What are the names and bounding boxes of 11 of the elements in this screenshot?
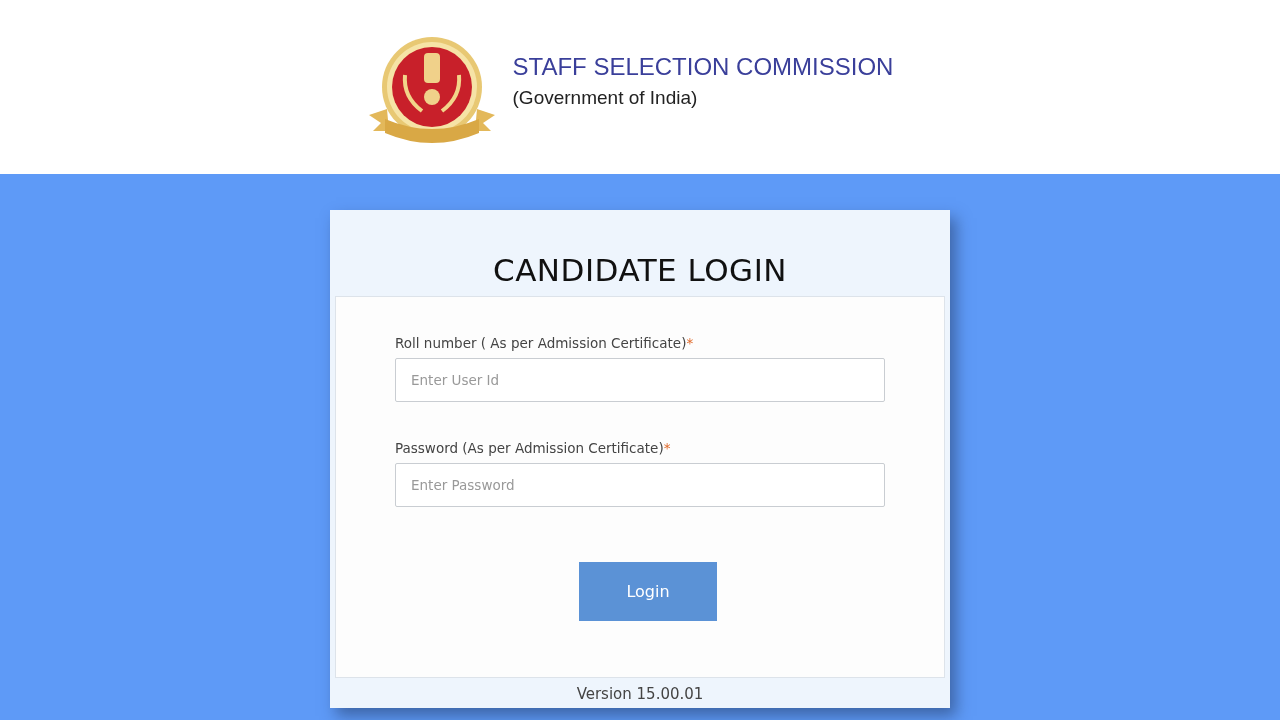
user-id-field[interactable]: Enter User Id (395, 358, 885, 402)
login-button[interactable]: Login (579, 562, 717, 621)
login-title: CANDIDATE LOGIN (492, 251, 788, 290)
organization-subtitle: (Government of India) (512, 87, 699, 109)
required-asterisk: * (663, 440, 671, 456)
field-label: Roll number ( As per Admission Certificate) (395, 335, 687, 351)
password-field[interactable]: Enter Password (395, 463, 885, 507)
field-label: Password (As per Admission Certificate) (395, 440, 664, 456)
organization-title: STAFF SELECTION COMMISSION (512, 53, 894, 81)
required-asterisk: * (686, 335, 694, 351)
version-text: Version 15.00.01 (575, 684, 705, 703)
